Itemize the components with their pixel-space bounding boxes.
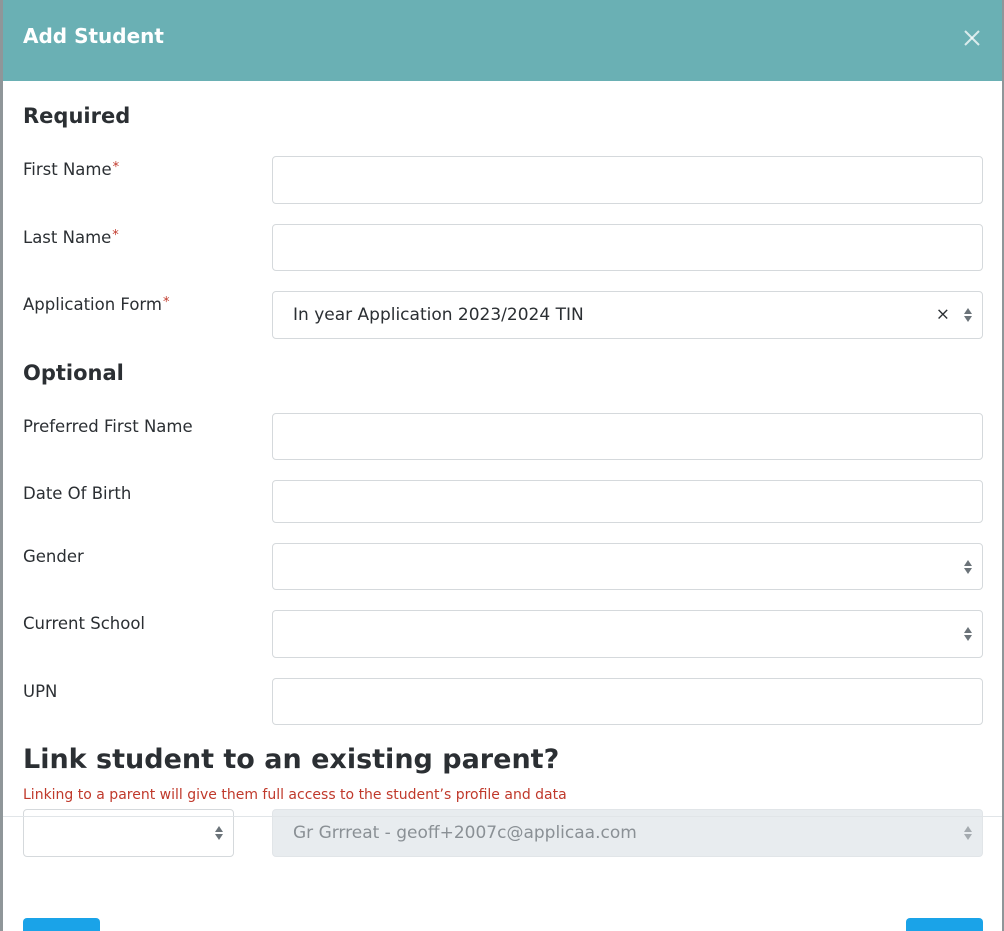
gender-label: Gender xyxy=(23,547,84,566)
required-marker: * xyxy=(112,160,120,175)
upn-input[interactable] xyxy=(272,678,983,725)
upn-label: UPN xyxy=(23,682,58,701)
modal-header: Add Student xyxy=(3,0,1002,81)
last-name-label-text: Last Name xyxy=(23,228,112,247)
first-name-label-text: First Name xyxy=(23,160,112,179)
current-school-label: Current School xyxy=(23,614,145,633)
add-student-modal: Add Student Required First Name* Last Na… xyxy=(3,0,1002,931)
footer-left-button[interactable] xyxy=(23,918,100,931)
application-form-label: Application Form* xyxy=(23,295,170,314)
dob-input[interactable] xyxy=(272,480,983,523)
preferred-first-name-input[interactable] xyxy=(272,413,983,460)
first-name-label: First Name* xyxy=(23,160,119,179)
first-name-input[interactable] xyxy=(272,156,983,204)
select-arrows-icon xyxy=(964,627,972,641)
application-form-value: In year Application 2023/2024 TIN xyxy=(293,305,584,325)
last-name-input[interactable] xyxy=(272,224,983,271)
close-button[interactable] xyxy=(962,28,982,48)
application-form-label-text: Application Form xyxy=(23,295,163,314)
optional-heading: Optional xyxy=(23,361,124,385)
close-icon xyxy=(964,30,980,46)
select-arrows-icon xyxy=(964,308,972,322)
dob-label: Date Of Birth xyxy=(23,484,132,503)
required-marker: * xyxy=(163,295,170,310)
application-form-select[interactable]: In year Application 2023/2024 TIN × xyxy=(272,291,983,339)
modal-title: Add Student xyxy=(23,24,164,48)
preferred-first-name-label: Preferred First Name xyxy=(23,417,193,436)
required-marker: * xyxy=(112,228,119,243)
current-school-select[interactable] xyxy=(272,610,983,658)
last-name-label: Last Name* xyxy=(23,228,119,247)
select-arrows-icon xyxy=(964,826,972,840)
required-heading: Required xyxy=(23,104,131,128)
clear-selection-icon[interactable]: × xyxy=(936,306,950,324)
gender-select[interactable] xyxy=(272,543,983,590)
modal-body: Required First Name* Last Name* Applicat… xyxy=(3,81,1002,897)
select-arrows-icon xyxy=(215,826,223,840)
select-arrows-icon xyxy=(964,559,972,574)
footer-right-button[interactable] xyxy=(906,918,983,931)
footer-divider xyxy=(3,816,1002,817)
parent-select-value: Gr Grrreat - geoff+2007c@applicaa.com xyxy=(293,823,637,843)
link-parent-heading: Link student to an existing parent? xyxy=(23,744,560,775)
link-parent-hint: Linking to a parent will give them full … xyxy=(23,787,567,803)
